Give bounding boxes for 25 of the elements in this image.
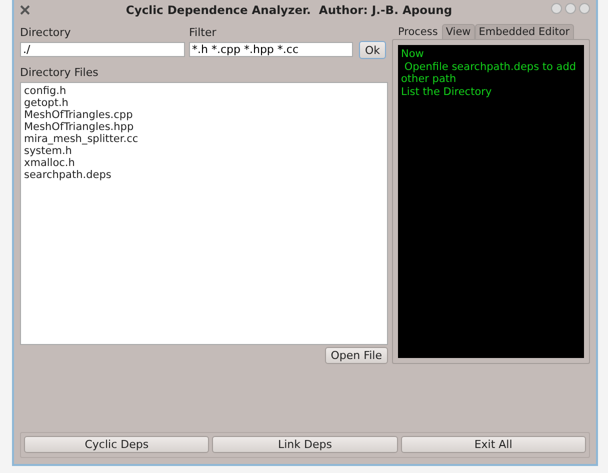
directory-field[interactable]: ./ [20,42,185,57]
file-item[interactable]: MeshOfTriangles.hpp [24,121,134,133]
console-line: List the Directory [401,86,492,98]
files-label: Directory Files [20,65,100,81]
tab[interactable]: View [442,24,475,39]
open-file-button[interactable]: Open File [324,347,388,364]
file-item[interactable]: getopt.h [24,97,68,109]
action-button[interactable]: Exit All [400,436,586,453]
directory-label: Directory [20,25,72,41]
console-line: Now [401,48,424,60]
action-button[interactable]: Cyclic Deps [24,436,210,453]
filter-label: Filter [189,25,218,41]
filter-field[interactable]: *.h *.cpp *.hpp *.cc [189,42,353,57]
file-item[interactable]: mira_mesh_splitter.cc [24,133,138,145]
window-title: Cyclic Dependence Analyzer. Author: J.-B. Apoung [126,3,452,17]
file-item[interactable]: searchpath.deps [24,169,112,181]
file-item[interactable]: xmalloc.h [24,157,75,169]
action-button[interactable]: Link Deps [212,436,398,453]
console-line: Openfile searchpath.deps to add other path [401,60,578,86]
file-item[interactable]: MeshOfTriangles.cpp [24,109,133,121]
tab[interactable]: Embedded Editor [474,24,574,39]
file-item[interactable]: config.h [24,85,66,97]
file-list[interactable]: config.h getopt.h MeshOfTriangles.cpp MeshOfTriangles.hpp mira_mesh_splitter.cc system.h xmalloc.h searchpath.deps [20,82,388,345]
ok-button[interactable]: Ok [359,41,386,59]
file-item[interactable]: system.h [24,145,72,157]
